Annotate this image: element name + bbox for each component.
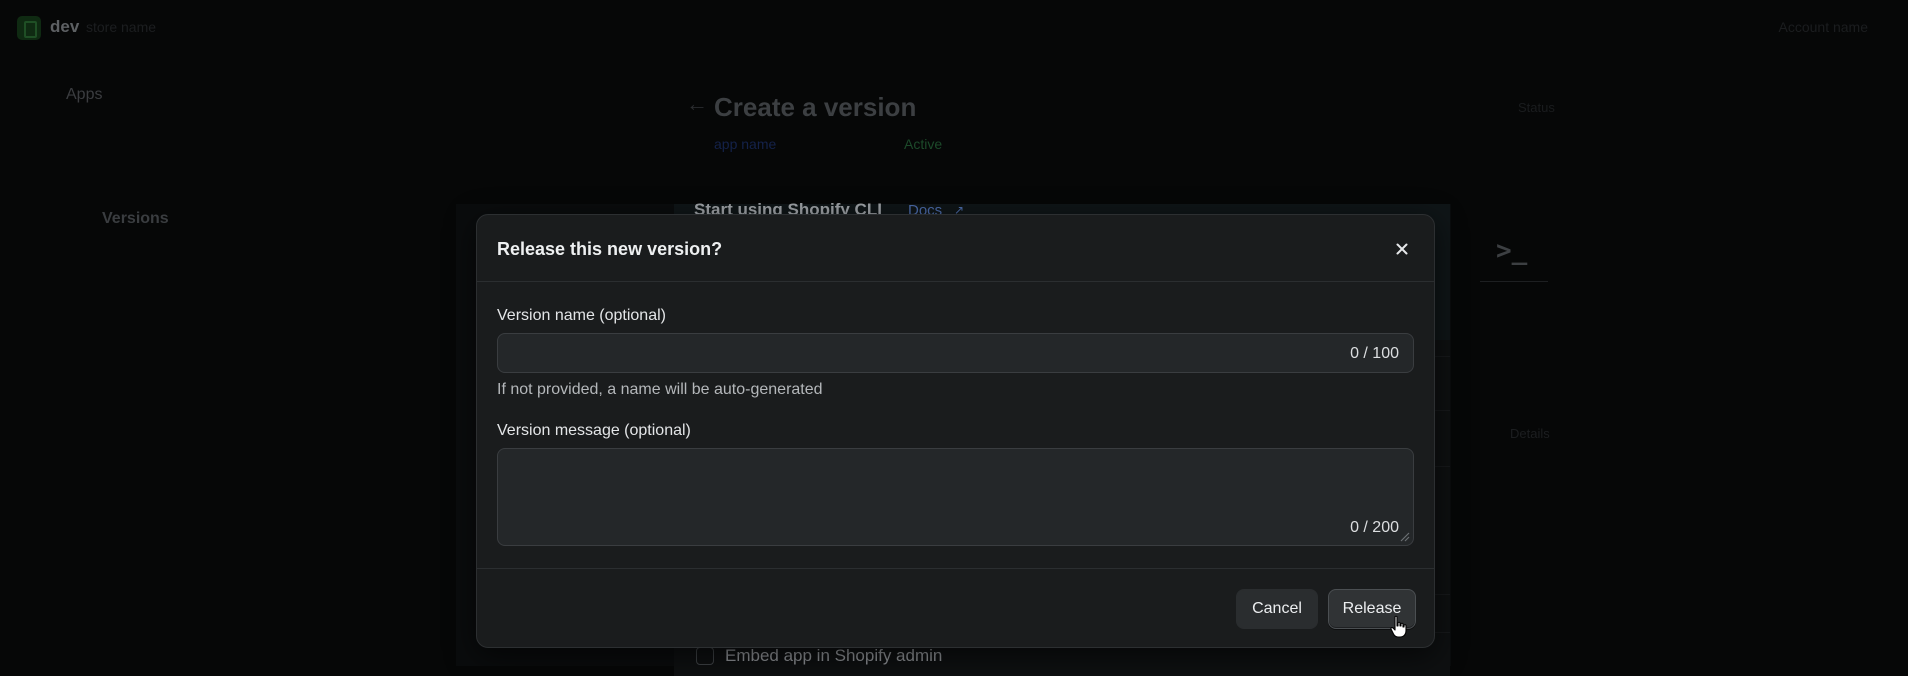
version-name-counter: 0 / 100 [1350,345,1399,362]
status-badge: Active [904,136,943,152]
close-button[interactable] [1388,235,1416,263]
app-link[interactable]: app name [714,136,776,152]
sidebar-item-versions[interactable]: Versions [102,210,169,228]
close-icon [1396,243,1408,255]
dialog-title: Release this new version? [497,239,723,259]
dialog-header: Release this new version? [477,215,1434,282]
release-version-dialog: Release this new version? Version name (… [476,214,1435,648]
sidebar-item-apps[interactable]: Apps [66,86,102,104]
embed-label: Embed app in Shopify admin [725,646,943,665]
resize-handle-icon[interactable] [1398,530,1410,542]
back-arrow-icon[interactable]: ← [686,93,708,115]
page-title: Create a version [714,92,917,122]
side-panel-label: Status [1518,100,1555,115]
version-name-help: If not provided, a name will be auto-gen… [497,381,823,398]
dialog-footer-divider [477,568,1434,569]
shopify-bag-icon [17,16,41,40]
account-menu[interactable]: Account name [1779,19,1869,35]
store-subtitle: store name [86,19,157,35]
version-message-label: Version message (optional) [497,422,691,439]
embed-checkbox[interactable] [696,647,714,665]
terminal-icon: >_ [1496,236,1528,266]
side-panel-hint: Details [1510,426,1550,441]
screen: dev store name Account name Apps Version… [0,0,1908,676]
store-name: dev [50,17,80,36]
top-bar: dev store name Account name [0,0,1908,55]
hand-pointer-cursor-icon [1390,615,1407,638]
cancel-button[interactable]: Cancel [1236,589,1318,629]
version-message-counter: 0 / 200 [1350,519,1399,536]
version-name-label: Version name (optional) [497,307,666,324]
version-name-input[interactable]: 0 / 100 [497,333,1414,373]
version-message-textarea[interactable]: 0 / 200 [497,448,1414,546]
